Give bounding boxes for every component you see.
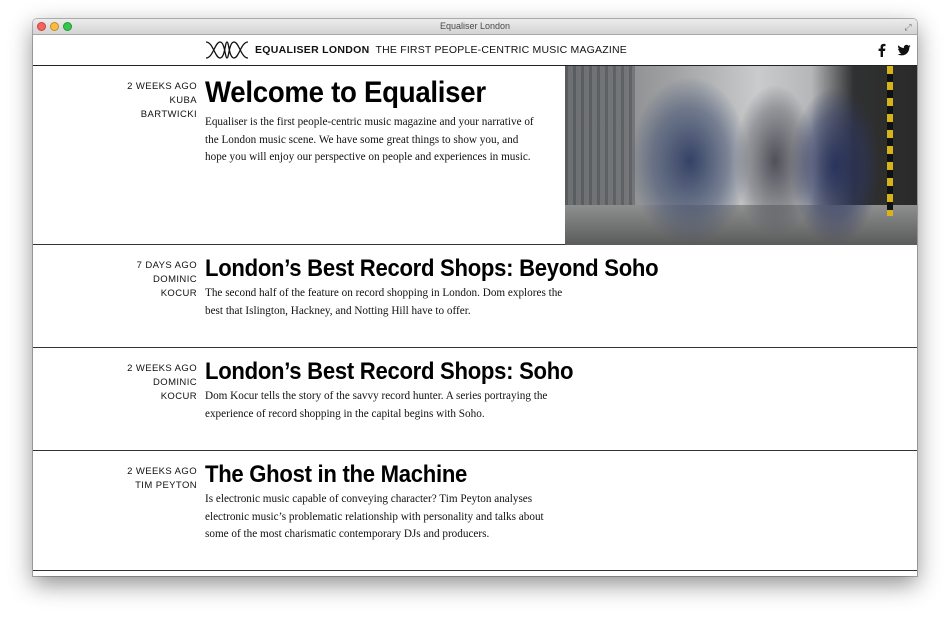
- article-author[interactable]: DOMINIC KOCUR: [127, 273, 197, 301]
- browser-window: Equaliser London ⤢ EQUALISER LONDON THE …: [33, 19, 917, 576]
- site-header: EQUALISER LONDON THE FIRST PEOPLE-CENTRI…: [33, 35, 917, 66]
- article-meta: 7 DAYS AGO DOMINIC KOCUR: [127, 259, 197, 301]
- article-excerpt: The second half of the feature on record…: [205, 287, 563, 317]
- article-age: 2 WEEKS AGO: [127, 81, 197, 92]
- article-meta: 2 WEEKS AGO KUBA BARTWICKI: [127, 80, 197, 122]
- fullscreen-icon[interactable]: ⤢: [903, 22, 913, 32]
- article-excerpt: Equaliser is the first people-centric mu…: [205, 116, 534, 163]
- article-content: The Ghost in the Machine Is electronic m…: [205, 461, 565, 544]
- window-title: Equaliser London: [439, 21, 511, 31]
- article-content: Welcome to Equaliser Equaliser is the fi…: [205, 74, 535, 167]
- article-item[interactable]: 2 WEEKS AGO DOMINIC KOCUR London’s Best …: [33, 348, 917, 451]
- brand-tagline: THE FIRST PEOPLE-CENTRIC MUSIC MAGAZINE: [375, 44, 627, 56]
- article-meta: 2 WEEKS AGO TIM PEYTON: [127, 465, 197, 493]
- brand[interactable]: EQUALISER LONDON THE FIRST PEOPLE-CENTRI…: [205, 40, 627, 60]
- article-title[interactable]: Welcome to Equaliser: [205, 74, 509, 112]
- window-titlebar[interactable]: Equaliser London ⤢: [33, 19, 917, 35]
- brand-name[interactable]: EQUALISER LONDON: [255, 44, 369, 56]
- article-author[interactable]: DOMINIC KOCUR: [127, 376, 197, 404]
- article-age: 2 WEEKS AGO: [127, 466, 197, 477]
- facebook-icon[interactable]: [875, 43, 889, 57]
- article-age: 7 DAYS AGO: [136, 260, 197, 271]
- article-excerpt: Dom Kocur tells the story of the savvy r…: [205, 390, 548, 420]
- article-meta: 2 WEEKS AGO DOMINIC KOCUR: [127, 362, 197, 404]
- article-item[interactable]: 2 WEEKS AGO TIM PEYTON The Ghost in the …: [33, 451, 917, 571]
- article-content: London’s Best Record Shops: Soho Dom Koc…: [205, 358, 573, 423]
- article-item[interactable]: 2 WEEKS AGO KUBA BARTWICKI Welcome to Eq…: [33, 66, 917, 245]
- article-author[interactable]: KUBA BARTWICKI: [127, 94, 197, 122]
- article-excerpt: Is electronic music capable of conveying…: [205, 493, 544, 540]
- article-content: London’s Best Record Shops: Beyond Soho …: [205, 255, 659, 320]
- article-hero-image[interactable]: [565, 66, 917, 245]
- article-title[interactable]: The Ghost in the Machine: [205, 461, 536, 489]
- twitter-icon[interactable]: [897, 43, 911, 57]
- equaliser-logo-icon: [205, 41, 249, 59]
- article-title[interactable]: London’s Best Record Shops: Beyond Soho: [205, 255, 659, 283]
- article-age: 2 WEEKS AGO: [127, 363, 197, 374]
- article-item[interactable]: 7 DAYS AGO DOMINIC KOCUR London’s Best R…: [33, 245, 917, 348]
- article-author[interactable]: TIM PEYTON: [127, 479, 197, 493]
- article-title[interactable]: London’s Best Record Shops: Soho: [205, 358, 573, 386]
- social-links: [875, 43, 911, 57]
